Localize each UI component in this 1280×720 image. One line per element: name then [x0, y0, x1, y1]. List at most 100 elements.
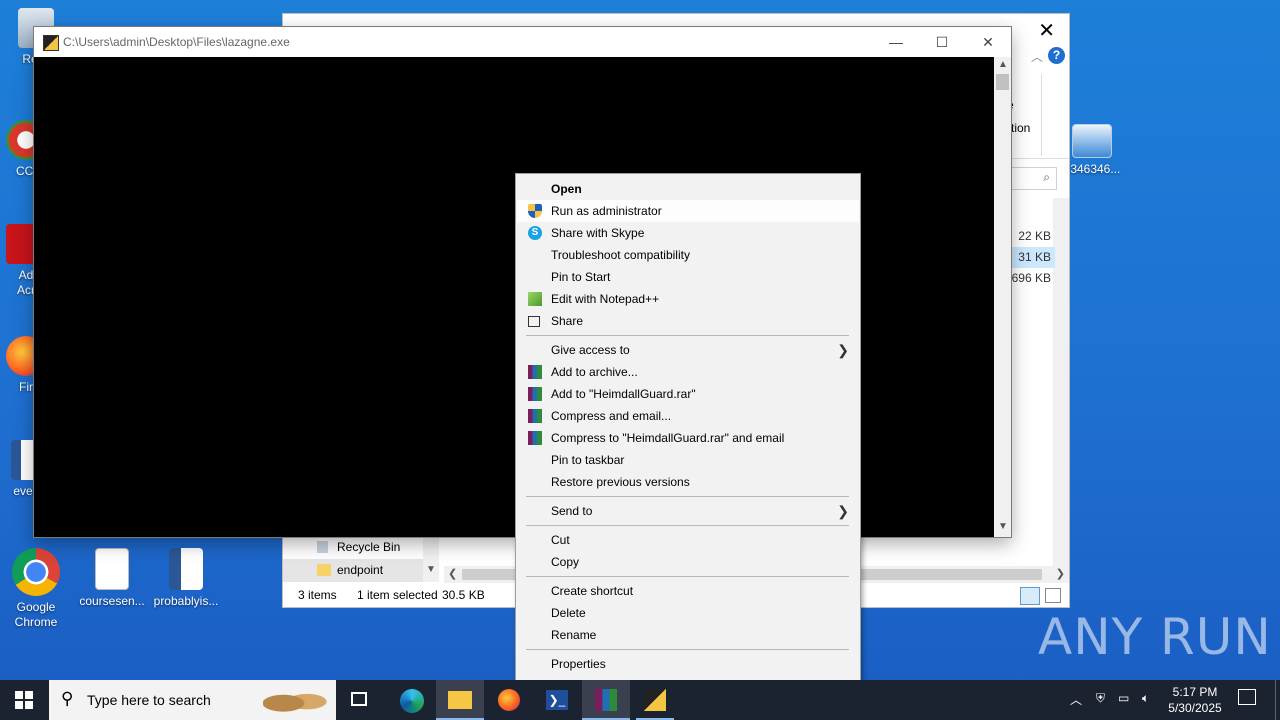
- nav-pane: Recycle Bin endpoint: [283, 536, 438, 582]
- taskbar-app-edge[interactable]: [388, 680, 434, 720]
- help-icon[interactable]: ?: [1048, 47, 1065, 64]
- desktop-icon-label: probablyis...: [153, 594, 219, 608]
- menu-item-share[interactable]: Share: [517, 310, 859, 332]
- close-button[interactable]: ✕: [965, 27, 1011, 57]
- menu-item-label: Pin to taskbar: [551, 453, 625, 467]
- search-highlight-image: [263, 684, 331, 716]
- menu-item-delete[interactable]: Delete: [517, 602, 859, 624]
- menu-item-add-to-archive[interactable]: Add to archive...: [517, 361, 859, 383]
- console-title: C:\Users\admin\Desktop\Files\lazagne.exe: [63, 35, 290, 49]
- chevron-down-icon: ▼: [426, 564, 436, 575]
- status-item-count: 3 items: [298, 588, 337, 602]
- desktop-icon-label: coursesen...: [79, 594, 145, 608]
- desktop: Recy CCl Ad Acr Fir every Google Chrome …: [0, 0, 1280, 680]
- anyrun-watermark: ANY RUN: [1038, 608, 1272, 666]
- menu-item-edit-with-notepadpp[interactable]: Edit with Notepad++: [517, 288, 859, 310]
- clock[interactable]: 5:17 PM 5/30/2025: [1164, 684, 1226, 716]
- nav-item-endpoint[interactable]: endpoint: [283, 559, 438, 582]
- ribbon-collapse-icon[interactable]: ︿: [1031, 48, 1043, 65]
- console-app-icon: [43, 35, 59, 51]
- context-menu: Open Run as administrator S Share with S…: [515, 173, 861, 680]
- notification-icon[interactable]: [1238, 689, 1256, 705]
- menu-item-pin-to-start[interactable]: Pin to Start: [517, 266, 859, 288]
- lazagne-console-icon: [644, 689, 666, 711]
- menu-item-label: Share with Skype: [551, 226, 645, 240]
- menu-item-label: Give access to: [551, 343, 630, 357]
- menu-separator: [526, 525, 849, 526]
- menu-item-restore-previous-versions[interactable]: Restore previous versions: [517, 471, 859, 493]
- menu-item-properties[interactable]: Properties: [517, 653, 859, 675]
- ribbon-partial-label: tion: [1011, 121, 1031, 135]
- start-button[interactable]: [0, 680, 48, 720]
- taskbar-app-firefox[interactable]: [486, 680, 532, 720]
- desktop-icon-chrome[interactable]: Google Chrome: [0, 548, 74, 630]
- recycle-bin-icon: [317, 541, 328, 553]
- menu-item-send-to[interactable]: Send to ❯: [517, 500, 859, 522]
- list-vscroll[interactable]: [1053, 198, 1069, 568]
- minimize-button[interactable]: —: [873, 27, 919, 57]
- menu-item-label: Run as administrator: [551, 204, 662, 218]
- nav-scrollbar[interactable]: ▼: [423, 536, 439, 582]
- folder-icon: [317, 564, 331, 576]
- network-icon[interactable]: ▭: [1118, 691, 1129, 705]
- nav-item-recycle-bin[interactable]: Recycle Bin: [283, 536, 438, 559]
- volume-icon[interactable]: 🔈︎: [1142, 691, 1149, 706]
- large-icons-view-icon[interactable]: [1045, 588, 1061, 603]
- chrome-icon: [12, 548, 60, 596]
- console-scrollbar[interactable]: ▲ ▼: [994, 57, 1011, 537]
- taskbar-app-lazagne-console[interactable]: [632, 680, 678, 720]
- menu-item-label: Rename: [551, 628, 597, 642]
- show-desktop-button[interactable]: [1275, 680, 1276, 720]
- clock-time: 5:17 PM: [1172, 685, 1218, 699]
- maximize-button[interactable]: ☐: [919, 27, 965, 57]
- image-file-icon: [95, 548, 129, 590]
- winrar-icon: [528, 431, 542, 445]
- menu-item-label: Send to: [551, 504, 593, 518]
- notepadpp-icon: [528, 292, 542, 306]
- winrar-icon: [595, 689, 617, 711]
- menu-item-copy[interactable]: Copy: [517, 551, 859, 573]
- menu-item-open[interactable]: Open: [517, 178, 859, 200]
- file-size-cell: 31 KB: [1007, 247, 1055, 268]
- menu-item-give-access-to[interactable]: Give access to ❯: [517, 339, 859, 361]
- scroll-thumb[interactable]: [996, 74, 1009, 90]
- taskbar-app-powershell[interactable]: ❯_: [534, 680, 580, 720]
- menu-item-share-with-skype[interactable]: S Share with Skype: [517, 222, 859, 244]
- firefox-icon: [498, 689, 520, 711]
- taskbar-app-winrar[interactable]: [582, 680, 630, 720]
- winrar-icon: [528, 409, 542, 423]
- desktop-icon-coursesen[interactable]: coursesen...: [74, 548, 150, 609]
- menu-item-cut[interactable]: Cut: [517, 529, 859, 551]
- task-view-button[interactable]: [338, 680, 382, 720]
- menu-item-pin-to-taskbar[interactable]: Pin to taskbar: [517, 449, 859, 471]
- details-view-icon[interactable]: [1020, 587, 1040, 605]
- menu-item-run-as-administrator[interactable]: Run as administrator: [517, 200, 859, 222]
- menu-item-label: Add to "HeimdallGuard.rar": [551, 387, 696, 401]
- menu-item-troubleshoot-compatibility[interactable]: Troubleshoot compatibility: [517, 244, 859, 266]
- menu-separator: [526, 496, 849, 497]
- menu-item-label: Troubleshoot compatibility: [551, 248, 690, 262]
- menu-item-compress-to-rar-and-email[interactable]: Compress to "HeimdallGuard.rar" and emai…: [517, 427, 859, 449]
- menu-item-add-to-rar[interactable]: Add to "HeimdallGuard.rar": [517, 383, 859, 405]
- taskbar-search-box[interactable]: ⚲ Type here to search: [49, 680, 336, 720]
- winrar-icon: [528, 365, 542, 379]
- chevron-left-icon: ❮: [448, 568, 458, 580]
- ribbon-divider: [1041, 74, 1042, 156]
- submenu-arrow-icon: ❯: [837, 342, 849, 358]
- menu-item-create-shortcut[interactable]: Create shortcut: [517, 580, 859, 602]
- close-icon[interactable]: ✕: [1038, 18, 1055, 43]
- status-size: 30.5 KB: [442, 588, 485, 602]
- taskbar-app-file-explorer[interactable]: [436, 680, 484, 720]
- desktop-icon-label: Google Chrome: [14, 600, 58, 629]
- tray-security-icon[interactable]: ⛨: [1096, 691, 1105, 706]
- desktop-icon-probablyis[interactable]: probablyis...: [148, 548, 224, 609]
- share-icon: [528, 316, 540, 327]
- menu-item-label: Copy: [551, 555, 580, 569]
- menu-separator: [526, 335, 849, 336]
- console-titlebar[interactable]: C:\Users\admin\Desktop\Files\lazagne.exe…: [34, 27, 1011, 57]
- menu-item-compress-and-email[interactable]: Compress and email...: [517, 405, 859, 427]
- search-box[interactable]: ⌕: [1011, 167, 1057, 190]
- menu-item-rename[interactable]: Rename: [517, 624, 859, 646]
- app-file-icon: [1072, 124, 1112, 158]
- tray-overflow-chevron-icon[interactable]: ︿: [1070, 691, 1082, 708]
